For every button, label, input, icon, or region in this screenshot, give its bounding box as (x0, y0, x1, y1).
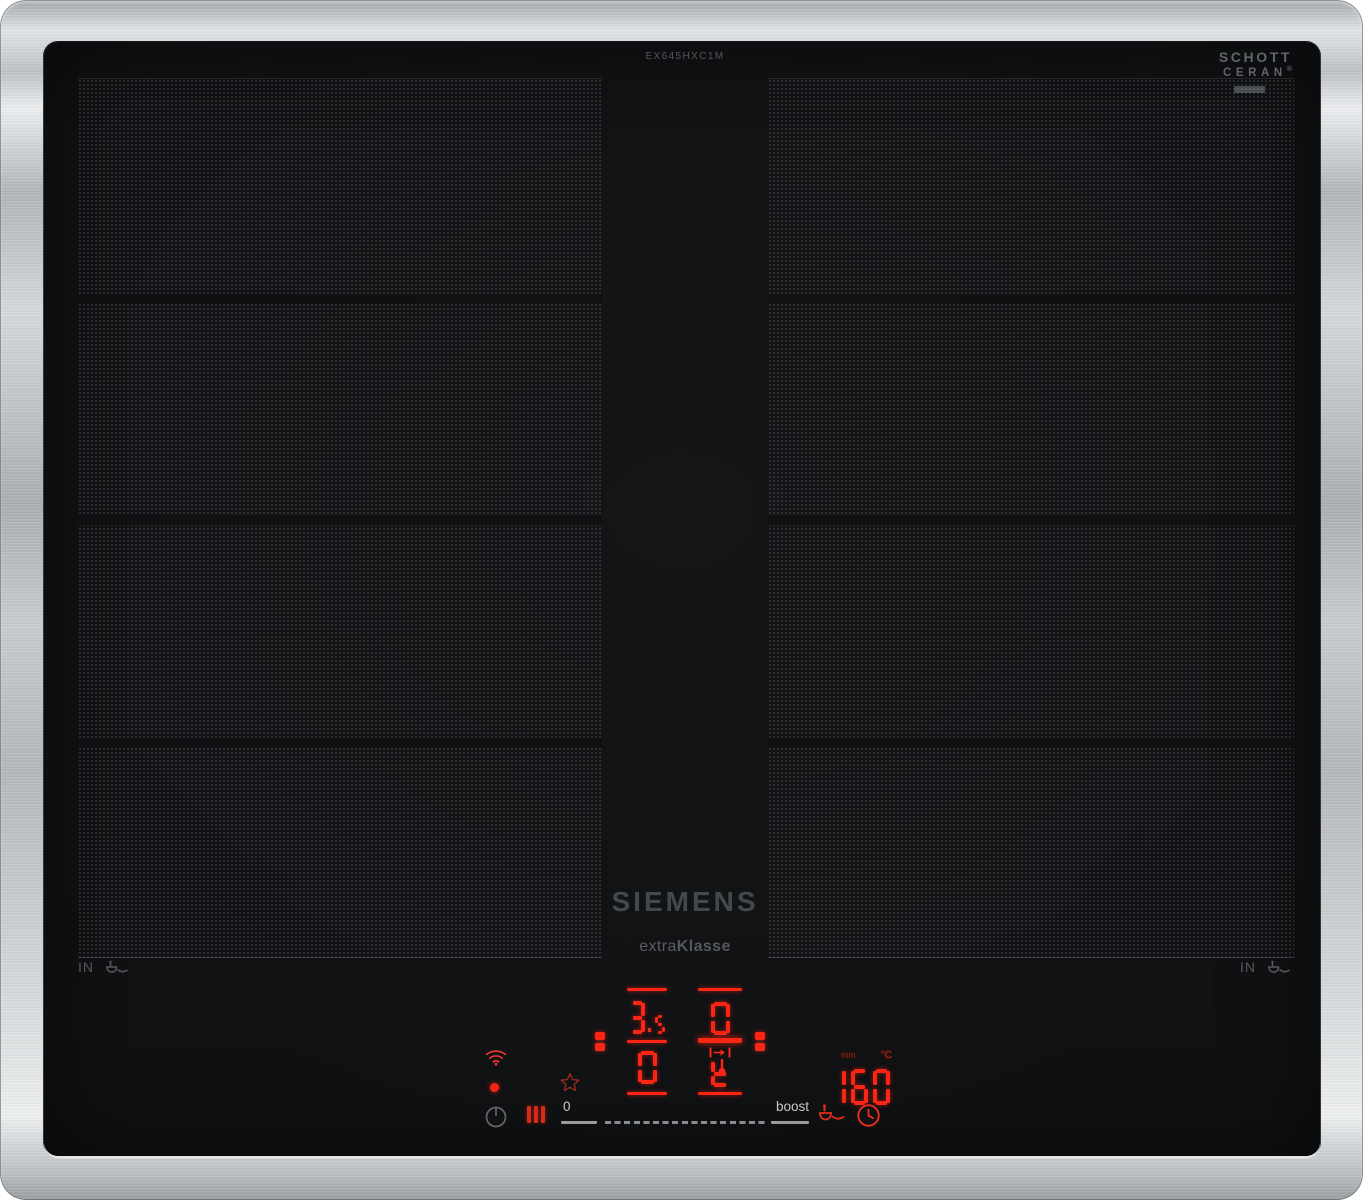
slider-start-segment[interactable] (561, 1121, 597, 1124)
display-bar-top (627, 988, 667, 991)
pan-sensor-icon (1268, 960, 1290, 973)
siemens-logo: SIEMENS (611, 886, 759, 917)
sensor-temp-display: min °C (825, 1050, 893, 1105)
right-zone-power-level (698, 1002, 742, 1035)
frying-sensor-icon[interactable] (816, 1104, 846, 1133)
display-bar-bottom (698, 1092, 742, 1095)
mode-letter (698, 1060, 742, 1087)
power-slider[interactable]: 0 boost (561, 1099, 809, 1127)
display-bar-selected (698, 1038, 742, 1043)
zone-separator (78, 294, 602, 304)
sensor-units: min °C (825, 1050, 893, 1061)
induction-marker-label: IN (78, 958, 94, 975)
flex-zone-indicator-left (595, 1032, 605, 1054)
left-zone-power-level (627, 1001, 667, 1034)
induction-marker-left: IN (78, 958, 129, 975)
display-bar-top (698, 988, 742, 991)
wifi-icon[interactable] (485, 1049, 507, 1071)
sensor-temp-value (825, 1069, 893, 1105)
three-bars-icon[interactable] (525, 1106, 547, 1123)
left-zone-secondary-value (627, 1051, 667, 1084)
power-button[interactable] (483, 1103, 509, 1134)
favorite-star-icon[interactable] (559, 1072, 581, 1098)
cooking-zone-right (768, 78, 1294, 958)
glass-surface: EX645HXC1M SCHOTT CERAN® SIEMENS extraKl… (44, 42, 1320, 1156)
slider-min-label: 0 (563, 1099, 571, 1114)
pan-sensor-icon (106, 960, 128, 973)
zone-separator (768, 738, 1294, 748)
series-label: extraKlasse (639, 938, 731, 955)
induction-marker-right: IN (1240, 958, 1291, 975)
induction-hob-frame: EX645HXC1M SCHOTT CERAN® SIEMENS extraKl… (0, 0, 1363, 1200)
product-photo: EX645HXC1M SCHOTT CERAN® SIEMENS extraKl… (0, 0, 1363, 1200)
zone-separator (78, 516, 602, 526)
induction-marker-label: IN (1240, 958, 1256, 975)
zone-separator (768, 516, 1294, 526)
display-bar-bottom (627, 1092, 667, 1095)
slider-boost-label: boost (775, 1099, 809, 1114)
schott-logo-line2: CERAN® (1222, 65, 1292, 79)
right-zone-display (698, 988, 742, 1095)
slider-track-dashes[interactable] (605, 1121, 765, 1124)
flex-zone-indicator-right (755, 1032, 765, 1054)
celsius-unit-label: °C (880, 1050, 892, 1061)
zone-separator (78, 738, 602, 748)
slider-boost-segment[interactable] (771, 1121, 809, 1124)
model-number: EX645HXC1M (645, 51, 725, 62)
schott-logo-line1: SCHOTT (1218, 49, 1292, 65)
timer-clock-icon[interactable] (855, 1102, 882, 1134)
zone-separator (768, 294, 1294, 304)
temperature-mode-indicator (698, 1059, 742, 1087)
status-indicator-dot (490, 1083, 499, 1092)
left-zone-display (627, 988, 667, 1095)
display-bar-middle (627, 1040, 667, 1043)
registered-mark: ® (1286, 65, 1292, 73)
move-pan-icon (698, 1047, 742, 1058)
cooking-zone-left (78, 78, 602, 958)
min-unit-label: min (841, 1050, 856, 1060)
